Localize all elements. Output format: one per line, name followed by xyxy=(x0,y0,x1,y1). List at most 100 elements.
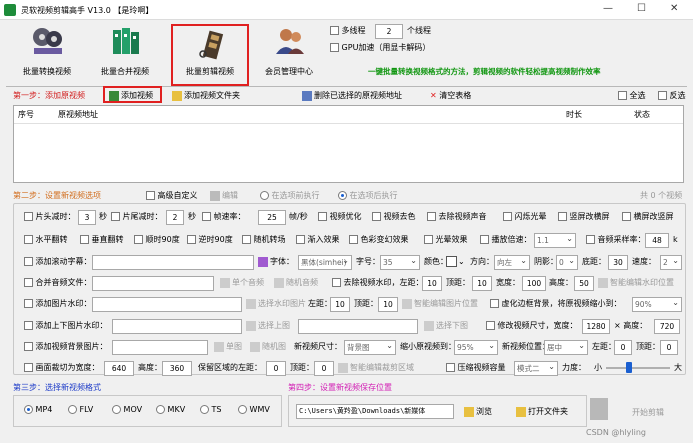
framerate-input[interactable]: 25 xyxy=(258,210,286,225)
remove-wm-option[interactable]: 去除视频水印，左距： xyxy=(332,277,424,289)
img-wm-checkbox[interactable] xyxy=(24,299,33,308)
ccw90-option[interactable]: 逆时90度 xyxy=(187,234,233,246)
keep-left-input[interactable]: 0 xyxy=(266,361,286,376)
resize-height-input[interactable]: 720 xyxy=(654,319,680,334)
framerate-checkbox[interactable] xyxy=(202,212,211,221)
single-audio-button[interactable]: 单个音频 xyxy=(220,277,264,289)
crop-option[interactable]: 画面裁切为宽度： xyxy=(24,362,100,374)
landscape-option[interactable]: 竖屏改横屏 xyxy=(558,211,610,223)
start-edit-button[interactable]: 开始剪辑 xyxy=(632,407,664,419)
remove-audio-option[interactable]: 去除视频声音 xyxy=(427,211,487,223)
format-mp4-option[interactable]: MP4 xyxy=(24,404,52,416)
browse-button[interactable]: 浏览 xyxy=(464,406,492,418)
format-ts-radio[interactable] xyxy=(200,405,209,414)
edit-button[interactable]: 编辑 xyxy=(210,190,238,202)
random-transition-checkbox[interactable] xyxy=(242,235,251,244)
ccw90-checkbox[interactable] xyxy=(187,235,196,244)
audio-file-input[interactable] xyxy=(92,276,214,291)
color-dropdown-icon[interactable]: ⌄ xyxy=(458,256,465,268)
tail-cut-checkbox[interactable] xyxy=(111,212,120,221)
select-bottom-button[interactable]: 选择下图 xyxy=(424,320,468,332)
color-swatch[interactable] xyxy=(446,256,457,267)
tb-wm-checkbox[interactable] xyxy=(24,321,33,330)
light-checkbox[interactable] xyxy=(424,235,433,244)
resize-checkbox[interactable] xyxy=(486,321,495,330)
head-cut-checkbox[interactable] xyxy=(24,212,33,221)
decolor-checkbox[interactable] xyxy=(372,212,381,221)
smart-remove-button[interactable]: 智能编辑水印位置 xyxy=(598,277,674,289)
direction-select[interactable]: 向左 xyxy=(494,255,530,270)
optimize-checkbox[interactable] xyxy=(318,212,327,221)
invert-checkbox[interactable] xyxy=(658,91,667,100)
color-change-option[interactable]: 色彩变幻效果 xyxy=(349,234,409,246)
format-ts-option[interactable]: TS xyxy=(200,404,222,416)
add-video-button[interactable]: 添加视频 xyxy=(103,86,162,103)
batch-merge-button[interactable]: 批量合并视频 xyxy=(86,22,164,80)
batch-edit-button[interactable]: 批量剪辑视频 xyxy=(171,24,249,86)
compress-option[interactable]: 压缩视频容量 xyxy=(446,362,506,374)
bg-img-input[interactable] xyxy=(112,340,208,355)
tail-cut-input[interactable]: 2 xyxy=(166,210,184,225)
subtitle-checkbox[interactable] xyxy=(24,257,33,266)
gpu-option[interactable]: GPU加速（用显卡解码） xyxy=(330,42,430,54)
portrait-checkbox[interactable] xyxy=(622,212,631,221)
invert-option[interactable]: 反选 xyxy=(658,90,686,102)
remove-wm-checkbox[interactable] xyxy=(332,278,341,287)
position-select[interactable]: 居中 xyxy=(544,340,588,355)
img-wm-option[interactable]: 添加图片水印： xyxy=(24,298,92,310)
multithread-option[interactable]: 多线程 xyxy=(330,25,366,37)
bg-top-input[interactable]: 0 xyxy=(660,340,678,355)
clear-table-button[interactable]: ✕ 清空表格 xyxy=(430,90,471,102)
keep-top-input[interactable]: 0 xyxy=(314,361,334,376)
blur-bg-checkbox[interactable] xyxy=(490,299,499,308)
delete-selected-button[interactable]: 删除已选择的原视频地址 xyxy=(302,90,402,102)
fadein-checkbox[interactable] xyxy=(296,235,305,244)
exec-before-radio[interactable] xyxy=(260,191,269,200)
format-flv-option[interactable]: FLV xyxy=(68,404,93,416)
merge-audio-checkbox[interactable] xyxy=(24,278,33,287)
format-mov-radio[interactable] xyxy=(112,405,121,414)
smart-crop-button[interactable]: 智能编辑裁剪区域 xyxy=(338,362,414,374)
random-audio-button[interactable]: 随机音频 xyxy=(274,277,318,289)
open-folder-button[interactable]: 打开文件夹 xyxy=(516,406,568,418)
merge-audio-option[interactable]: 合并音频文件： xyxy=(24,277,92,289)
scale-select[interactable]: 90% xyxy=(632,297,682,312)
exec-after-radio[interactable] xyxy=(338,191,347,200)
samplerate-option[interactable]: 音频采样率： xyxy=(586,234,646,246)
decolor-option[interactable]: 视频去色 xyxy=(372,211,416,223)
advanced-option[interactable]: 高级自定义 xyxy=(146,190,198,202)
fadein-option[interactable]: 渐入效果 xyxy=(296,234,340,246)
gpu-checkbox[interactable] xyxy=(330,43,339,52)
multithread-checkbox[interactable] xyxy=(330,26,339,35)
format-mkv-option[interactable]: MKV xyxy=(156,404,185,416)
remove-audio-checkbox[interactable] xyxy=(427,212,436,221)
wm-width-input[interactable]: 100 xyxy=(522,276,546,291)
framerate-option[interactable]: 帧速率： xyxy=(202,211,246,223)
compress-mode-select[interactable]: 模式二 xyxy=(514,361,558,376)
color-change-checkbox[interactable] xyxy=(349,235,358,244)
format-wmv-option[interactable]: WMV xyxy=(238,404,270,416)
vflip-option[interactable]: 垂直翻转 xyxy=(80,234,124,246)
format-mkv-radio[interactable] xyxy=(156,405,165,414)
exec-before-option[interactable]: 在选项前执行 xyxy=(260,190,320,202)
select-wm-button[interactable]: 选择水印图片 xyxy=(246,298,306,310)
cw90-checkbox[interactable] xyxy=(134,235,143,244)
bg-left-input[interactable]: 0 xyxy=(614,340,632,355)
wm-height-input[interactable]: 50 xyxy=(574,276,594,291)
tail-cut-option[interactable]: 片尾减时： xyxy=(111,211,163,223)
optimize-option[interactable]: 视频优化 xyxy=(318,211,362,223)
strength-slider[interactable] xyxy=(606,367,670,369)
head-cut-input[interactable]: 3 xyxy=(78,210,96,225)
format-mov-option[interactable]: MOV xyxy=(112,404,142,416)
vflip-checkbox[interactable] xyxy=(80,235,89,244)
format-mp4-radio[interactable] xyxy=(24,405,33,414)
hflip-option[interactable]: 水平翻转 xyxy=(24,234,68,246)
blur-bg-option[interactable]: 虚化边框背景，将原视频缩小到： xyxy=(490,298,622,310)
tb-wm-option[interactable]: 添加上下图片水印： xyxy=(24,320,108,332)
img-top-input[interactable]: 10 xyxy=(378,297,398,312)
thread-count-input[interactable]: 2 xyxy=(375,24,403,39)
shadow-select[interactable]: 0 xyxy=(556,255,578,270)
select-top-button[interactable]: 选择上图 xyxy=(246,320,290,332)
single-bg-button[interactable]: 单图 xyxy=(214,341,242,353)
speed-option[interactable]: 播放倍速： xyxy=(480,234,532,246)
